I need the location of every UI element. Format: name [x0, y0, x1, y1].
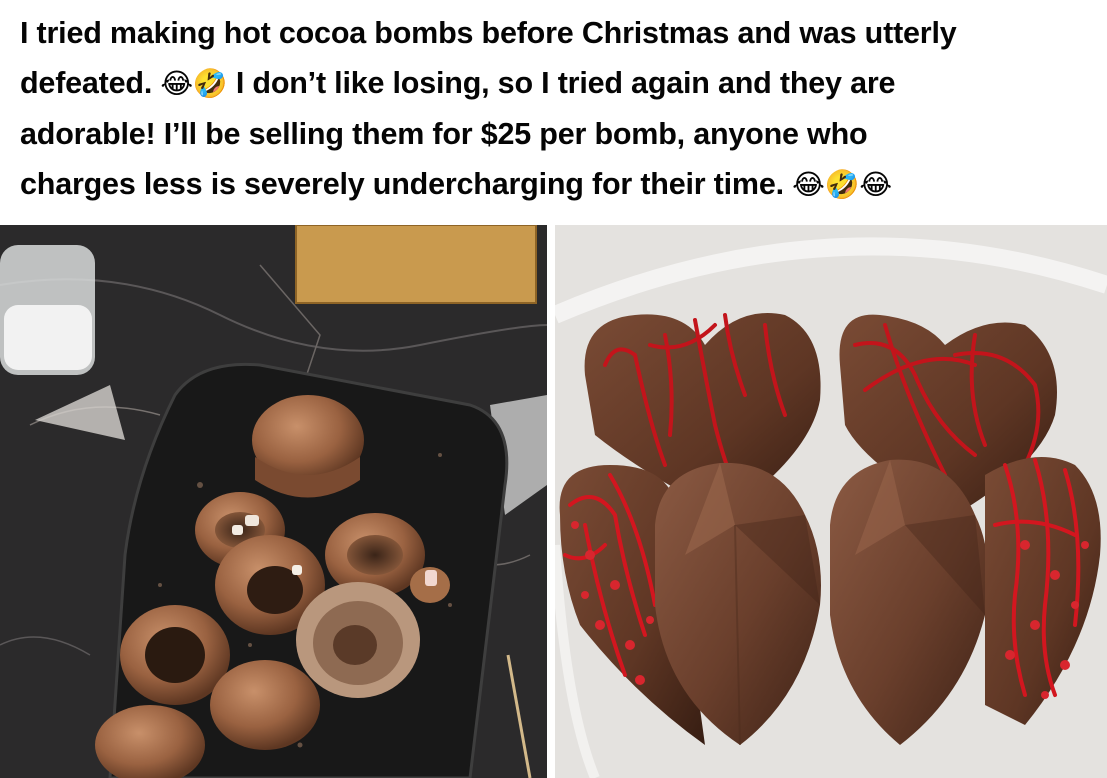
post-text-segment: charges less is severely undercharging f… [20, 167, 793, 201]
heart-cocoa-bombs-photo[interactable] [555, 225, 1107, 778]
post-text-segment: I tried making hot cocoa bombs before Ch… [20, 16, 957, 50]
post-text-segment: I don’t like losing, so I tried again an… [227, 66, 896, 100]
post-text-line: adorable! I’ll be selling them for $25 p… [20, 109, 1095, 159]
social-post: I tried making hot cocoa bombs before Ch… [0, 0, 1107, 778]
post-text: I tried making hot cocoa bombs before Ch… [20, 8, 1095, 210]
post-text-segment: defeated. [20, 66, 161, 100]
broken-cocoa-bombs-photo[interactable] [0, 225, 547, 778]
post-text-line: charges less is severely undercharging f… [20, 159, 1095, 210]
laughing-emoji-icon: 😂🤣😂 [792, 168, 892, 201]
post-text-line: defeated. 😂🤣 I don’t like losing, so I t… [20, 58, 1095, 109]
post-text-line: I tried making hot cocoa bombs before Ch… [20, 8, 1095, 58]
photo-grid [0, 225, 1107, 778]
post-text-segment: adorable! I’ll be selling them for $25 p… [20, 117, 868, 151]
laughing-emoji-icon: 😂🤣 [160, 67, 228, 100]
